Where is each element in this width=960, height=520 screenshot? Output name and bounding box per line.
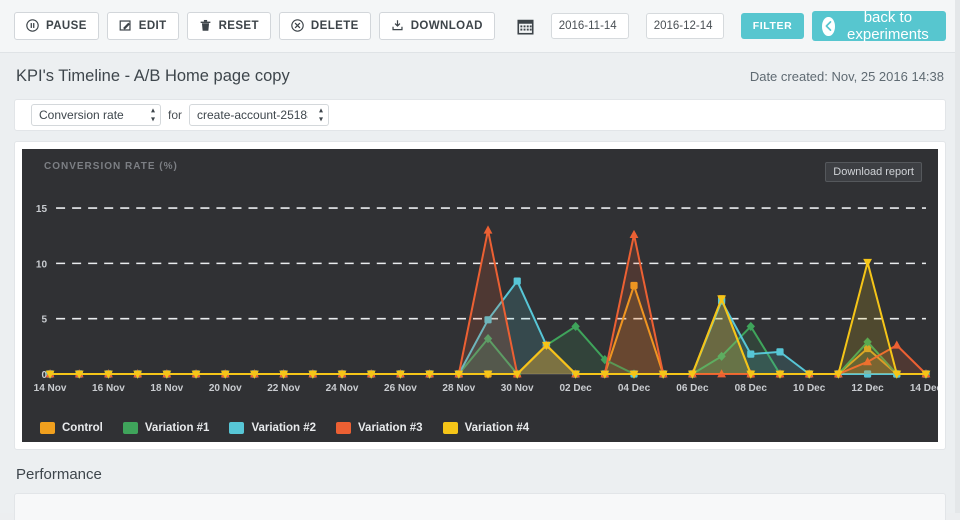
kpi-timeline-plot[interactable]: 05101514 Nov 16 Nov 18 Nov 20 Nov 22 Nov 24 N… xyxy=(22,149,938,442)
x-axis-tick: 30 Nov xyxy=(501,383,534,394)
goal-select-wrapper: create-account-25183 ▴ ▾ xyxy=(189,104,330,126)
legend-item[interactable]: Control xyxy=(40,422,103,434)
x-axis-tick: 14 Nov xyxy=(34,383,67,394)
delete-button[interactable]: DELETE xyxy=(278,12,371,40)
date-from-input[interactable] xyxy=(550,13,629,39)
x-axis-tick: 14 Dec xyxy=(910,383,938,394)
data-point[interactable] xyxy=(892,340,902,349)
legend-label: Variation #2 xyxy=(251,422,317,434)
legend-swatch xyxy=(442,422,458,434)
x-axis-tick: 16 Nov xyxy=(92,383,125,394)
x-axis-tick: 18 Nov xyxy=(150,383,183,394)
reset-button[interactable]: RESET xyxy=(186,12,271,40)
goal-select[interactable]: create-account-25183 xyxy=(189,104,330,126)
download-button[interactable]: DOWNLOAD xyxy=(378,12,495,40)
calendar-icon xyxy=(517,18,534,35)
data-point[interactable] xyxy=(776,348,784,356)
page-scrollbar[interactable] xyxy=(955,0,960,513)
legend-swatch xyxy=(122,422,138,434)
y-axis-tick: 15 xyxy=(36,204,48,215)
metric-select[interactable]: Conversion rate xyxy=(31,104,161,126)
pause-button-label: PAUSE xyxy=(46,20,87,32)
edit-button-label: EDIT xyxy=(138,20,167,32)
chart-panel: CONVERSION RATE (%) Download report 0 5 10… xyxy=(22,149,938,442)
data-point[interactable] xyxy=(747,350,755,358)
title-row: KPI's Timeline - A/B Home page copy Date… xyxy=(0,53,960,99)
date-to-input[interactable] xyxy=(645,13,724,39)
pause-circle-icon xyxy=(26,18,39,34)
legend-label: Control xyxy=(62,422,103,434)
y-axis-tick: 5 xyxy=(41,315,47,326)
kpi-timeline-chart-card: CONVERSION RATE (%) Download report 0 5 10… xyxy=(14,141,946,450)
delete-circle-icon xyxy=(291,18,304,34)
metric-selector-card: Conversion rate ▴ ▾ for create-account-25… xyxy=(14,99,946,131)
edit-button[interactable]: EDIT xyxy=(106,12,179,40)
performance-table-card xyxy=(14,493,946,520)
legend-item[interactable]: Variation #2 xyxy=(229,422,316,434)
x-axis-tick: 22 Nov xyxy=(267,383,300,394)
arrow-left-circle-icon xyxy=(822,16,835,36)
reset-button-label: RESET xyxy=(218,20,259,32)
chart-legend: Control Variation #1 Variation #2 Variation… xyxy=(40,422,529,434)
x-axis-tick: 08 Dec xyxy=(735,383,768,394)
page-title: KPI's Timeline - A/B Home page copy xyxy=(16,66,290,85)
pause-button[interactable]: PAUSE xyxy=(14,12,99,40)
x-axis-tick: 12 Dec xyxy=(851,383,884,394)
data-point[interactable] xyxy=(513,277,521,285)
x-axis-tick: 04 Dec xyxy=(618,383,651,394)
trash-icon xyxy=(199,19,212,34)
for-label: for xyxy=(168,108,183,122)
date-created-label: Date created: Nov, 25 2016 14:38 xyxy=(749,68,944,84)
legend-item[interactable]: Variation #4 xyxy=(442,422,530,434)
x-axis-tick: 06 Dec xyxy=(676,383,709,394)
data-point[interactable] xyxy=(483,225,493,234)
legend-label: Variation #1 xyxy=(144,422,210,434)
back-to-experiments-label: back to experiments xyxy=(847,9,929,43)
experiment-detail-page: PAUSE EDIT RESET DELETE DOWNLOAD 2016-11… xyxy=(0,0,960,520)
y-axis-tick: 10 xyxy=(36,259,48,270)
legend-item[interactable]: Variation #1 xyxy=(122,422,210,434)
download-icon xyxy=(391,19,404,34)
chart-series xyxy=(45,225,931,378)
x-axis-tick: 26 Nov xyxy=(384,383,417,394)
legend-swatch xyxy=(40,422,55,434)
legend-swatch xyxy=(229,422,245,434)
x-axis-tick: 24 Nov xyxy=(326,383,359,394)
x-axis-tick: 20 Nov xyxy=(209,383,242,394)
top-toolbar: PAUSE EDIT RESET DELETE DOWNLOAD 2016-11… xyxy=(0,0,960,53)
x-axis-tick: 02 Dec xyxy=(559,383,592,394)
edit-square-icon xyxy=(119,19,132,34)
legend-label: Variation #4 xyxy=(464,422,530,434)
legend-swatch xyxy=(336,422,352,434)
x-axis-tick: 28 Nov xyxy=(442,383,475,394)
filter-button[interactable]: FILTER xyxy=(740,13,805,39)
data-point[interactable] xyxy=(629,229,639,239)
back-to-experiments-button[interactable]: back to experiments xyxy=(812,9,946,43)
legend-item[interactable]: Variation #3 xyxy=(336,422,423,434)
metric-select-wrapper: Conversion rate ▴ ▾ xyxy=(31,104,161,126)
legend-label: Variation #3 xyxy=(358,422,423,434)
download-button-label: DOWNLOAD xyxy=(410,20,483,32)
x-axis-tick: 10 Dec xyxy=(793,383,826,394)
performance-section-title: Performance xyxy=(16,466,102,483)
delete-button-label: DELETE xyxy=(310,20,359,32)
